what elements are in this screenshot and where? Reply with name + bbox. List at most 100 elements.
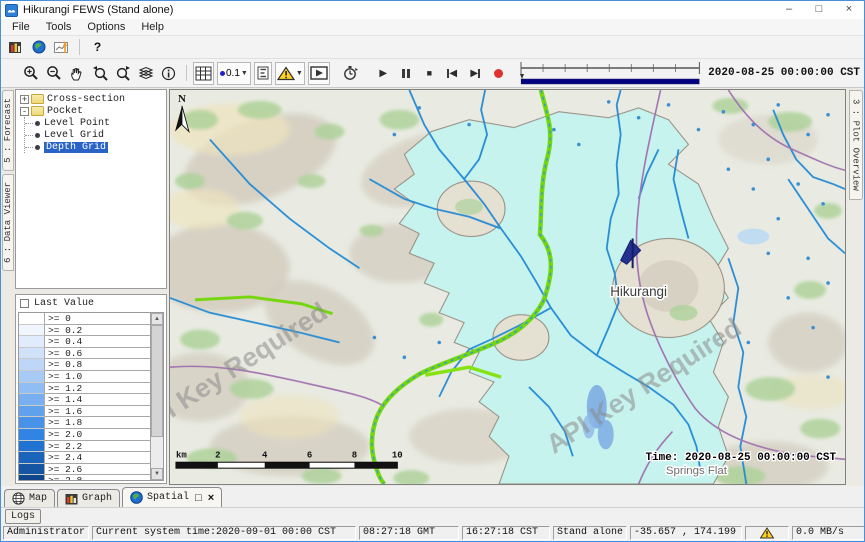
legend-row[interactable]: >= 0.8 [19, 359, 150, 371]
pause-button[interactable] [395, 63, 418, 84]
tree-item-label[interactable]: Pocket [47, 106, 83, 117]
skip-to-start-button[interactable]: ◀ [441, 63, 464, 84]
tree-item-depth-grid[interactable]: Depth Grid [25, 141, 166, 153]
zoom-next-icon[interactable] [111, 63, 134, 84]
last-value-checkbox[interactable] [20, 299, 29, 308]
tab-spatial[interactable]: Spatial □ × [122, 487, 222, 507]
legend-row[interactable]: >= 0.6 [19, 348, 150, 360]
map-canvas[interactable]: API Key Required API Key Required Hikura… [170, 90, 845, 484]
tree-item-cross-section[interactable]: + Cross-section [20, 93, 166, 105]
legend-row[interactable]: >= 2.6 [19, 464, 150, 476]
legend-row[interactable]: >= 0.4 [19, 336, 150, 348]
tab-forecast[interactable]: 5 : Forecast [2, 90, 14, 171]
globe-explorer-icon[interactable] [27, 37, 50, 58]
tree-item-level-point[interactable]: Level Point [25, 117, 166, 129]
threshold-warning-dropdown[interactable]: ▼ [275, 62, 305, 85]
legend-row[interactable]: >= 0 [19, 313, 150, 325]
tree-item-level-grid[interactable]: Level Grid [25, 129, 166, 141]
chart-display-icon[interactable] [50, 37, 73, 58]
record-button[interactable] [487, 63, 510, 84]
database-stats-icon[interactable] [4, 37, 27, 58]
tree-item-label[interactable]: Level Grid [44, 130, 104, 141]
warning-triangle-icon [760, 527, 774, 539]
tab-plot-overview[interactable]: 3 : Plot Overview [849, 90, 863, 200]
legend-swatch [19, 406, 45, 418]
status-coordinates: -35.657 , 174.199 [630, 526, 742, 540]
tab-map[interactable]: Map [4, 489, 55, 507]
map-toolbar: 0.1 ▼ ▼ ▶ ■ ◀ ▶ [1, 58, 864, 88]
legend-swatch [19, 417, 45, 429]
status-download-speed: 0.0 MB/s [792, 526, 865, 540]
legend-swatch [19, 452, 45, 464]
legend-scrollbar[interactable]: ▲ ▼ [150, 313, 163, 480]
animation-timer-icon[interactable] [339, 63, 362, 84]
scroll-down-icon[interactable]: ▼ [151, 468, 163, 480]
legend-row[interactable]: >= 2.0 [19, 429, 150, 441]
scroll-thumb[interactable] [151, 325, 163, 437]
contour-value: 0.1 [226, 68, 240, 79]
legend-label: >= 0.6 [45, 348, 150, 360]
minimize-button[interactable]: – [774, 1, 804, 19]
legend-row[interactable]: >= 0.2 [19, 325, 150, 337]
legend-swatch [19, 371, 45, 383]
tab-restore-icon[interactable]: □ [195, 492, 202, 504]
legend-row[interactable]: >= 1.8 [19, 417, 150, 429]
scroll-track[interactable] [151, 325, 163, 468]
pan-hand-icon[interactable] [65, 63, 88, 84]
legend-label: >= 1.4 [45, 394, 150, 406]
status-gmt-time: 08:27:18 GMT [359, 526, 459, 540]
main-area: 5 : Forecast 6 : Data Viewer + Cross-sec… [1, 88, 864, 486]
tab-graph[interactable]: Graph [57, 489, 120, 507]
collapse-icon[interactable]: - [20, 107, 29, 116]
left-panel: + Cross-section - Pocket Level Point [15, 88, 169, 486]
zoom-previous-icon[interactable] [88, 63, 111, 84]
scroll-up-icon[interactable]: ▲ [151, 313, 163, 325]
grid-display-button[interactable] [193, 62, 214, 85]
animation-panel-button[interactable] [308, 62, 330, 85]
legend-row[interactable]: >= 1.6 [19, 406, 150, 418]
expand-icon[interactable]: + [20, 95, 29, 104]
tree-item-label-selected[interactable]: Depth Grid [44, 142, 108, 153]
legend-row[interactable]: >= 1.4 [19, 394, 150, 406]
zoom-out-icon[interactable] [42, 63, 65, 84]
stop-button[interactable]: ■ [418, 63, 441, 84]
tab-graph-label: Graph [82, 493, 112, 504]
legend-swatch [19, 359, 45, 371]
menu-tools[interactable]: Tools [38, 19, 80, 35]
time-slider[interactable] [520, 60, 700, 86]
help-icon[interactable]: ? [86, 37, 109, 58]
tree-item-label[interactable]: Cross-section [47, 94, 125, 105]
tab-map-label: Map [29, 493, 47, 504]
chevron-down-icon: ▼ [296, 70, 303, 77]
label-toggle-button[interactable] [254, 62, 272, 85]
tab-close-icon[interactable]: × [208, 492, 214, 504]
close-button[interactable]: × [834, 1, 864, 19]
tree-item-label[interactable]: Level Point [44, 118, 110, 129]
info-icon[interactable] [157, 63, 180, 84]
window-title: Hikurangi FEWS (Stand alone) [23, 4, 173, 16]
status-warning-cell[interactable] [745, 526, 789, 540]
tab-data-viewer[interactable]: 6 : Data Viewer [2, 174, 14, 271]
legend-label: >= 1.8 [45, 417, 150, 429]
play-button[interactable]: ▶ [372, 63, 395, 84]
zoom-in-icon[interactable] [19, 63, 42, 84]
contour-interval-dropdown[interactable]: 0.1 ▼ [217, 62, 251, 85]
legend-row[interactable]: >= 2.8 [19, 475, 150, 480]
legend-header: Last Value [16, 295, 166, 312]
legend-row[interactable]: >= 1.0 [19, 371, 150, 383]
skip-to-end-button[interactable]: ▶ [464, 63, 487, 84]
legend-row[interactable]: >= 2.2 [19, 441, 150, 453]
maximize-button[interactable]: □ [804, 1, 834, 19]
legend-row[interactable]: >= 2.4 [19, 452, 150, 464]
status-bar: Administrator Current system time:2020-0… [1, 524, 864, 541]
map-viewport[interactable]: API Key Required API Key Required Hikura… [169, 89, 846, 485]
folder-icon [31, 106, 44, 116]
menu-help[interactable]: Help [133, 19, 172, 35]
menu-file[interactable]: File [4, 19, 38, 35]
legend-row[interactable]: >= 1.2 [19, 383, 150, 395]
layers-icon[interactable] [134, 63, 157, 84]
tree-item-pocket[interactable]: - Pocket [20, 105, 166, 117]
logs-button[interactable]: Logs [5, 509, 41, 524]
status-mode: Stand alone [553, 526, 627, 540]
menu-options[interactable]: Options [79, 19, 133, 35]
